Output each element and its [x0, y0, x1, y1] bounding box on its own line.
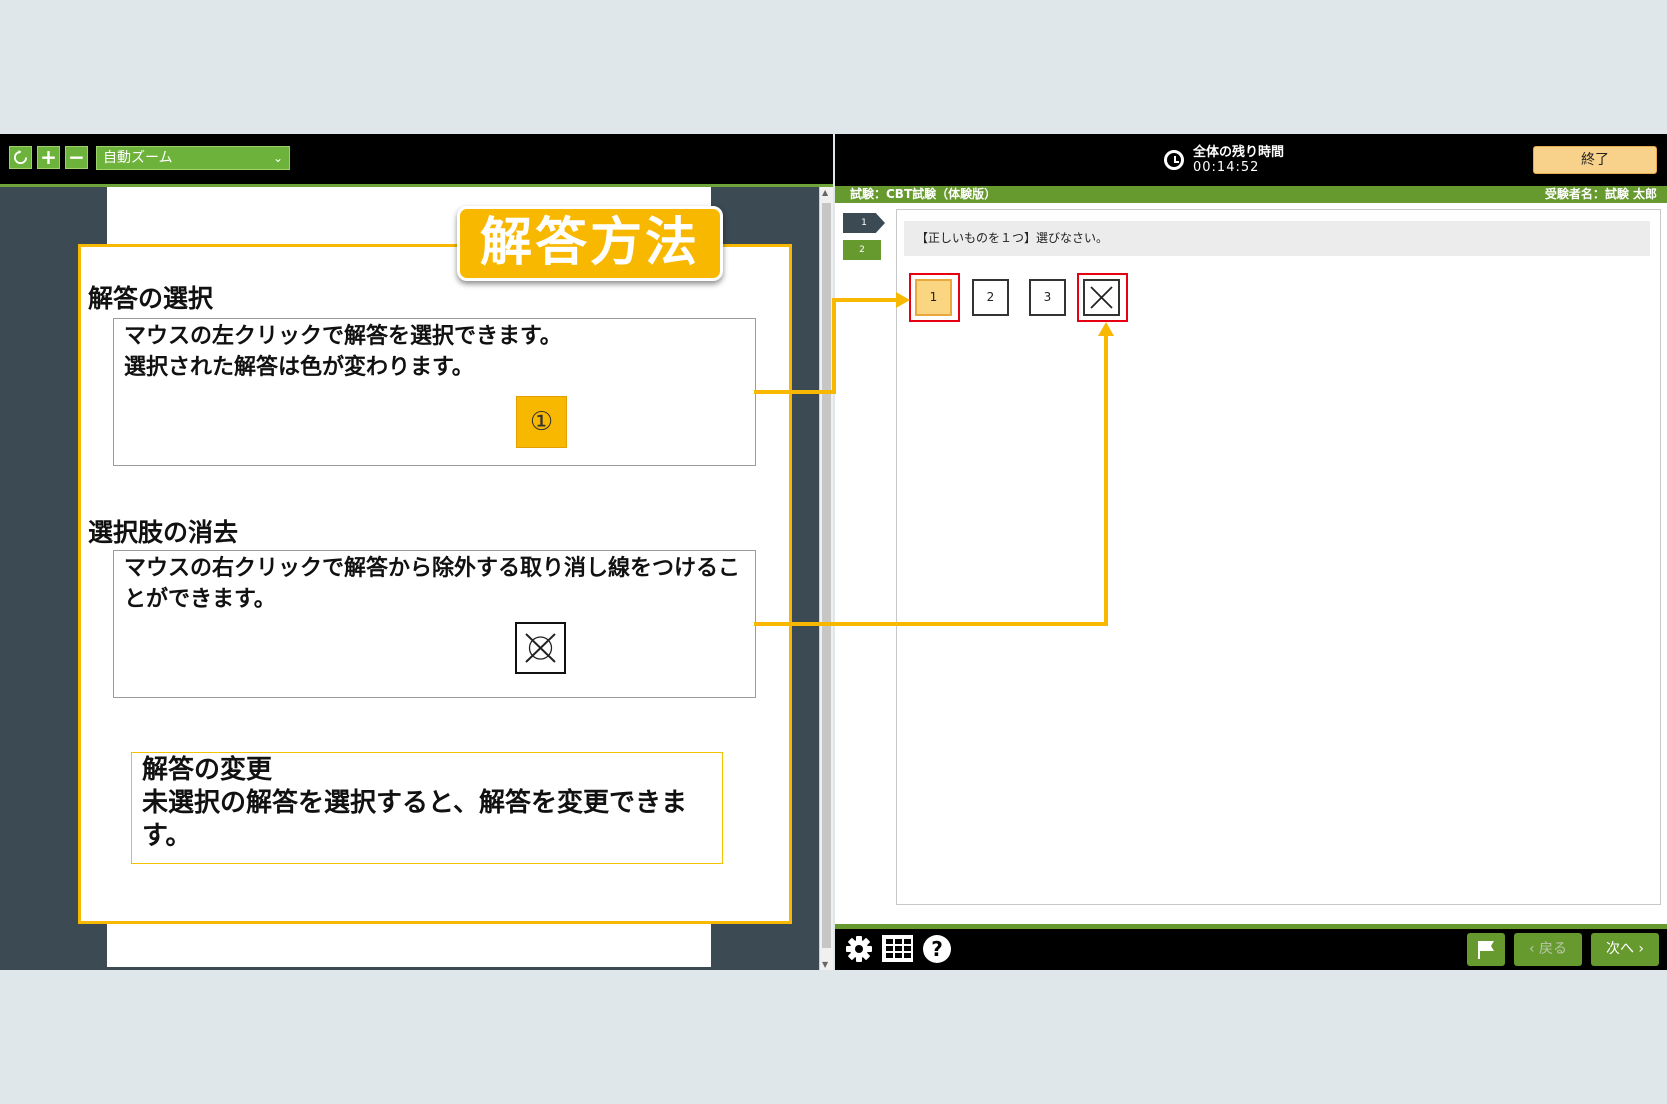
help-icon[interactable]: ? [923, 935, 951, 963]
grid-icon[interactable] [882, 935, 913, 962]
flag-button[interactable] [1467, 933, 1505, 966]
gear-icon[interactable] [843, 933, 875, 965]
chevron-left-icon: ‹ [1528, 941, 1540, 957]
arrowhead-up-icon [1098, 322, 1114, 336]
next-button-label: 次へ [1605, 941, 1634, 957]
exam-footer: ? ‹ 戻る 次へ › [835, 929, 1667, 970]
flag-icon [1478, 941, 1494, 959]
arrow-to-eliminated-choice [754, 336, 1108, 626]
arrowhead-right-icon [896, 292, 910, 308]
chevron-right-icon: › [1633, 941, 1645, 957]
next-button[interactable]: 次へ › [1591, 933, 1659, 966]
arrow-to-selected-choice [754, 298, 896, 394]
back-button[interactable]: ‹ 戻る [1514, 933, 1582, 966]
back-button-label: 戻る [1539, 941, 1568, 957]
